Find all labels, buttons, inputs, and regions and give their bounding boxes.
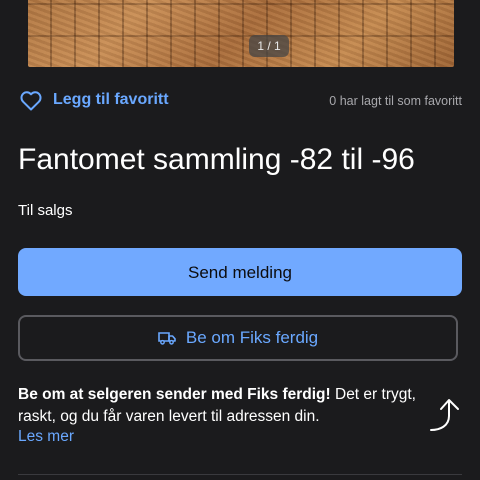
fiks-info-text: Be om at selgeren sender med Fiks ferdig… [18, 384, 418, 428]
fiks-info-heading: Be om at selgeren sender med Fiks ferdig… [18, 386, 331, 403]
favorite-count: 0 har lagt til som favoritt [329, 94, 462, 108]
heart-icon[interactable] [18, 89, 44, 113]
fiks-ferdig-button[interactable]: Be om Fiks ferdig [18, 315, 458, 361]
image-texture [28, 0, 454, 67]
add-favorite-link[interactable]: Legg til favoritt [53, 91, 169, 109]
share-icon[interactable] [428, 396, 464, 434]
send-message-button[interactable]: Send melding [18, 248, 462, 296]
favorite-row: Legg til favoritt 0 har lagt til som fav… [18, 88, 462, 114]
image-counter: 1 / 1 [249, 35, 289, 57]
section-divider [18, 474, 462, 475]
listing-status: Til salgs [18, 202, 73, 219]
fiks-ferdig-label: Be om Fiks ferdig [185, 328, 319, 347]
listing-image[interactable]: 1 / 1 [28, 0, 454, 67]
truck-icon [158, 332, 176, 345]
read-more-link[interactable]: Les mer [18, 428, 74, 446]
listing-title: Fantomet sammling -82 til -96 [18, 143, 415, 176]
